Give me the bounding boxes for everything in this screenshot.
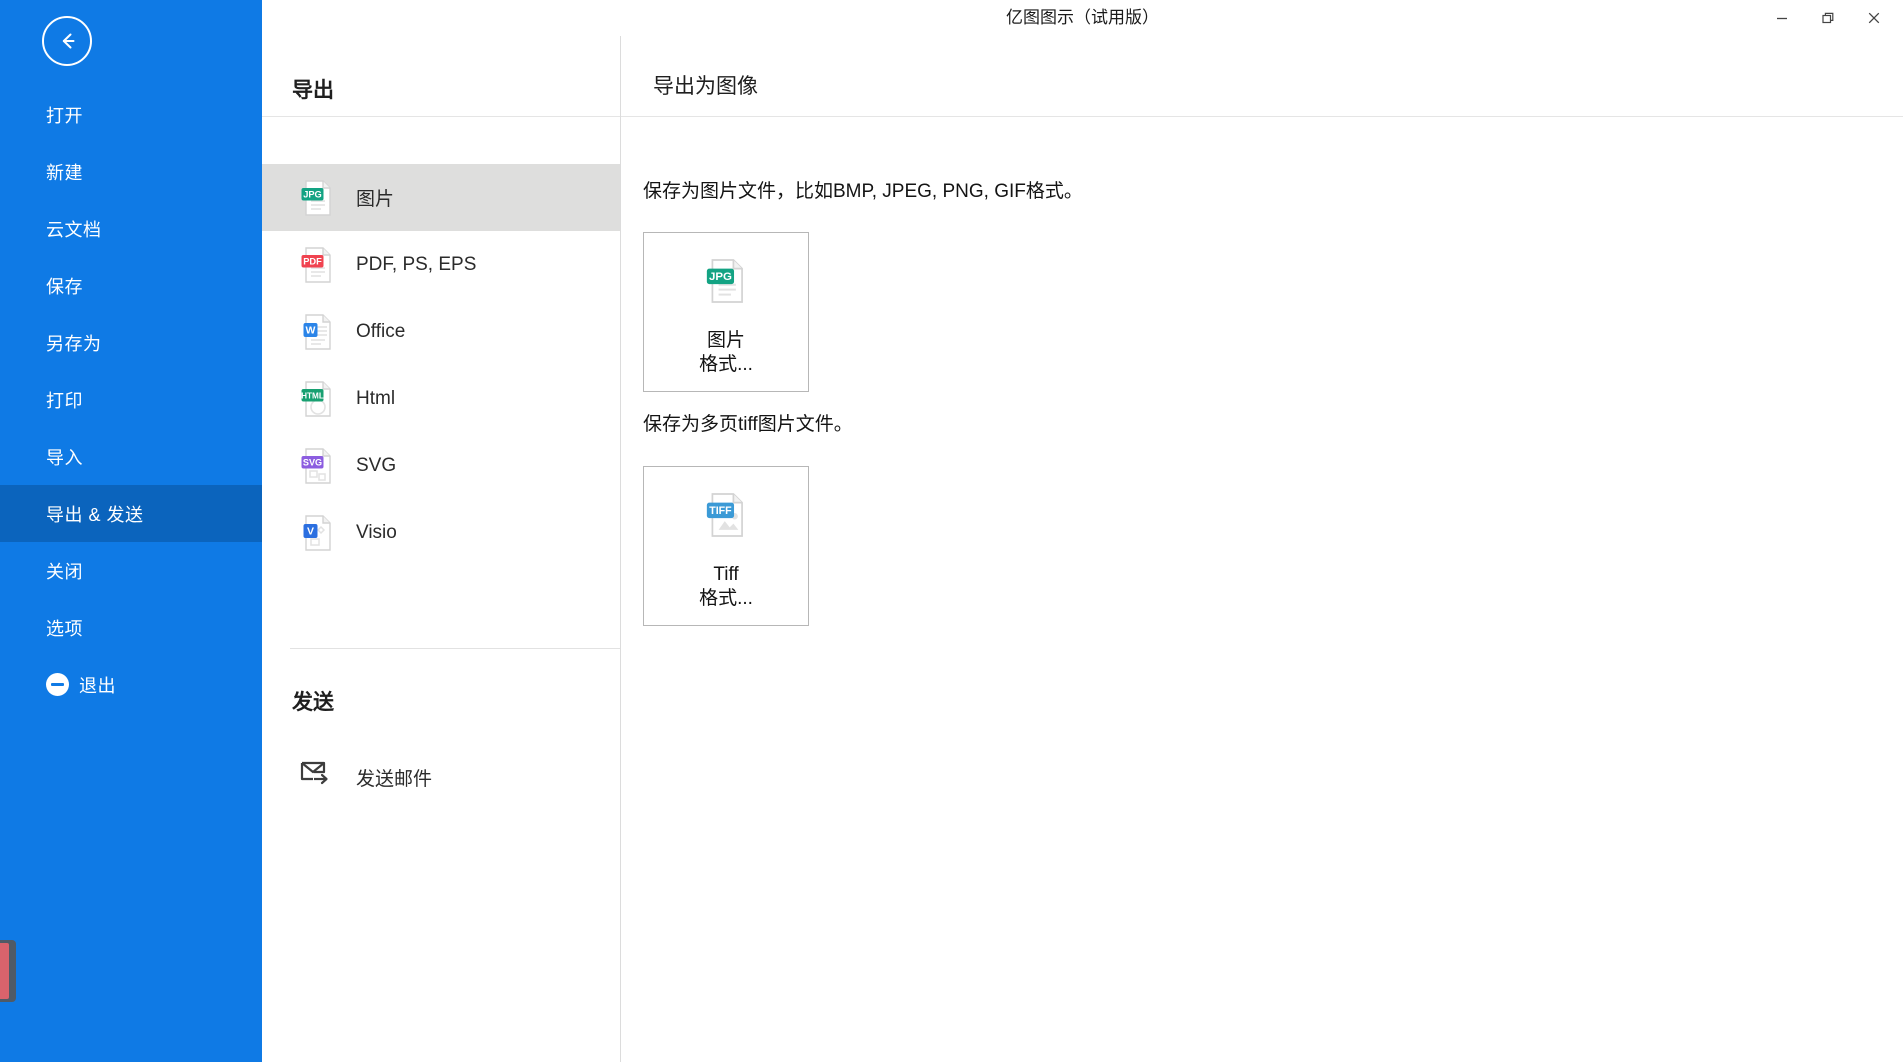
svg-text:JPG: JPG bbox=[709, 271, 732, 283]
close-icon bbox=[1867, 11, 1881, 25]
sidebar-item-close[interactable]: 关闭 bbox=[0, 542, 262, 599]
back-button[interactable] bbox=[42, 16, 92, 66]
svg-file-icon: SVG bbox=[300, 447, 334, 485]
minus-circle-icon bbox=[46, 673, 69, 696]
svg-text:W: W bbox=[306, 324, 316, 336]
window-controls bbox=[1759, 0, 1897, 36]
export-panel: 导出 JPG 图片 PDF PDF, PS, EPS W Office HTML… bbox=[262, 36, 621, 1062]
export-format-label: SVG bbox=[356, 454, 397, 476]
minimize-button[interactable] bbox=[1759, 1, 1805, 35]
export-format-label: PDF, PS, EPS bbox=[356, 253, 477, 275]
image-card-line1: 图片 bbox=[706, 330, 745, 351]
export-format-html[interactable]: HTML Html bbox=[262, 365, 620, 432]
visio-file-icon: V bbox=[300, 514, 334, 552]
sidebar-item-export-and-send[interactable]: 导出 & 发送 bbox=[0, 485, 262, 542]
svg-text:SVG: SVG bbox=[303, 457, 322, 467]
close-button[interactable] bbox=[1851, 1, 1897, 35]
export-format-visio[interactable]: V Visio bbox=[262, 499, 620, 566]
tiff-file-icon: TIFF bbox=[705, 491, 747, 539]
sidebar-item-import[interactable]: 导入 bbox=[0, 428, 262, 485]
svg-text:PDF: PDF bbox=[303, 256, 322, 266]
sidebar-item-label: 打开 bbox=[46, 105, 83, 126]
left-edge-handle[interactable] bbox=[0, 940, 16, 1002]
image-card-line2: 格式... bbox=[699, 353, 753, 375]
sidebar-item-exit[interactable]: 退出 bbox=[0, 656, 262, 713]
jpg-file-icon: JPG bbox=[300, 179, 334, 217]
tiff-card-line2: 格式... bbox=[699, 587, 753, 609]
title-bar: 亿图图示（试用版） bbox=[262, 0, 1903, 36]
send-section-title: 发送 bbox=[292, 691, 334, 714]
sidebar-item-label: 打印 bbox=[46, 390, 83, 411]
sidebar-item-save[interactable]: 保存 bbox=[0, 257, 262, 314]
sidebar-item-label: 关闭 bbox=[46, 561, 83, 582]
backstage-sidebar: 打开 新建 云文档 保存 另存为 打印 导入 导出 & 发送 关闭 选项 退出 bbox=[0, 0, 262, 1062]
export-format-pdf-ps-eps[interactable]: PDF PDF, PS, EPS bbox=[262, 231, 620, 298]
send-divider bbox=[290, 648, 620, 649]
export-format-label: Html bbox=[356, 387, 396, 409]
content-title: 导出为图像 bbox=[653, 75, 758, 98]
export-format-svg[interactable]: SVG SVG bbox=[262, 432, 620, 499]
sidebar-item-cloud-doc[interactable]: 云文档 bbox=[0, 200, 262, 257]
restore-icon bbox=[1821, 11, 1835, 25]
export-section-title: 导出 bbox=[292, 79, 334, 102]
svg-text:V: V bbox=[307, 525, 314, 537]
tiff-format-card[interactable]: TIFF Tiff 格式... bbox=[643, 466, 809, 626]
export-format-list: JPG 图片 PDF PDF, PS, EPS W Office HTML Ht… bbox=[262, 164, 620, 566]
send-mail-label: 发送邮件 bbox=[356, 768, 433, 790]
export-format-image[interactable]: JPG 图片 bbox=[262, 164, 620, 231]
sidebar-item-label: 新建 bbox=[46, 162, 83, 183]
export-format-label: 图片 bbox=[356, 189, 395, 210]
minimize-icon bbox=[1775, 11, 1789, 25]
sidebar-item-print[interactable]: 打印 bbox=[0, 371, 262, 428]
sidebar-item-options[interactable]: 选项 bbox=[0, 599, 262, 656]
html-file-icon: HTML bbox=[300, 380, 334, 418]
window-title: 亿图图示（试用版） bbox=[1006, 8, 1159, 27]
svg-text:HTML: HTML bbox=[301, 391, 324, 400]
export-format-label: Visio bbox=[356, 521, 397, 543]
restore-button[interactable] bbox=[1805, 1, 1851, 35]
sidebar-item-open[interactable]: 打开 bbox=[0, 86, 262, 143]
svg-text:TIFF: TIFF bbox=[709, 505, 732, 517]
content-pane: 导出为图像 保存为图片文件，比如BMP, JPEG, PNG, GIF格式。 J… bbox=[621, 36, 1903, 1062]
send-mail-item[interactable]: 发送邮件 bbox=[262, 746, 620, 808]
sidebar-item-label: 保存 bbox=[46, 276, 83, 297]
sidebar-nav-list: 打开 新建 云文档 保存 另存为 打印 导入 导出 & 发送 关闭 选项 退出 bbox=[0, 86, 262, 713]
export-format-label: Office bbox=[356, 320, 406, 342]
send-mail-icon bbox=[300, 758, 334, 796]
sidebar-item-label: 退出 bbox=[79, 675, 116, 696]
sidebar-item-label: 云文档 bbox=[46, 219, 102, 240]
export-divider bbox=[262, 116, 620, 117]
pdf-file-icon: PDF bbox=[300, 246, 334, 284]
sidebar-item-label: 导入 bbox=[46, 447, 83, 468]
image-export-description: 保存为图片文件，比如BMP, JPEG, PNG, GIF格式。 bbox=[643, 181, 1083, 202]
word-file-icon: W bbox=[300, 313, 334, 351]
sidebar-item-label: 另存为 bbox=[46, 333, 102, 354]
tiff-card-line1: Tiff bbox=[713, 564, 739, 585]
image-format-card[interactable]: JPG 图片 格式... bbox=[643, 232, 809, 392]
svg-text:JPG: JPG bbox=[303, 189, 322, 199]
app-root: 打开 新建 云文档 保存 另存为 打印 导入 导出 & 发送 关闭 选项 退出 … bbox=[0, 0, 1903, 1062]
sidebar-item-save-as[interactable]: 另存为 bbox=[0, 314, 262, 371]
back-arrow-icon bbox=[54, 28, 80, 54]
sidebar-item-new[interactable]: 新建 bbox=[0, 143, 262, 200]
sidebar-item-label: 选项 bbox=[46, 618, 83, 639]
sidebar-item-label: 导出 & 发送 bbox=[46, 504, 144, 525]
content-header: 导出为图像 bbox=[621, 36, 1903, 117]
export-format-office[interactable]: W Office bbox=[262, 298, 620, 365]
jpg-file-icon: JPG bbox=[705, 257, 747, 305]
tiff-export-description: 保存为多页tiff图片文件。 bbox=[643, 414, 853, 435]
content-header-rule bbox=[621, 116, 1903, 117]
